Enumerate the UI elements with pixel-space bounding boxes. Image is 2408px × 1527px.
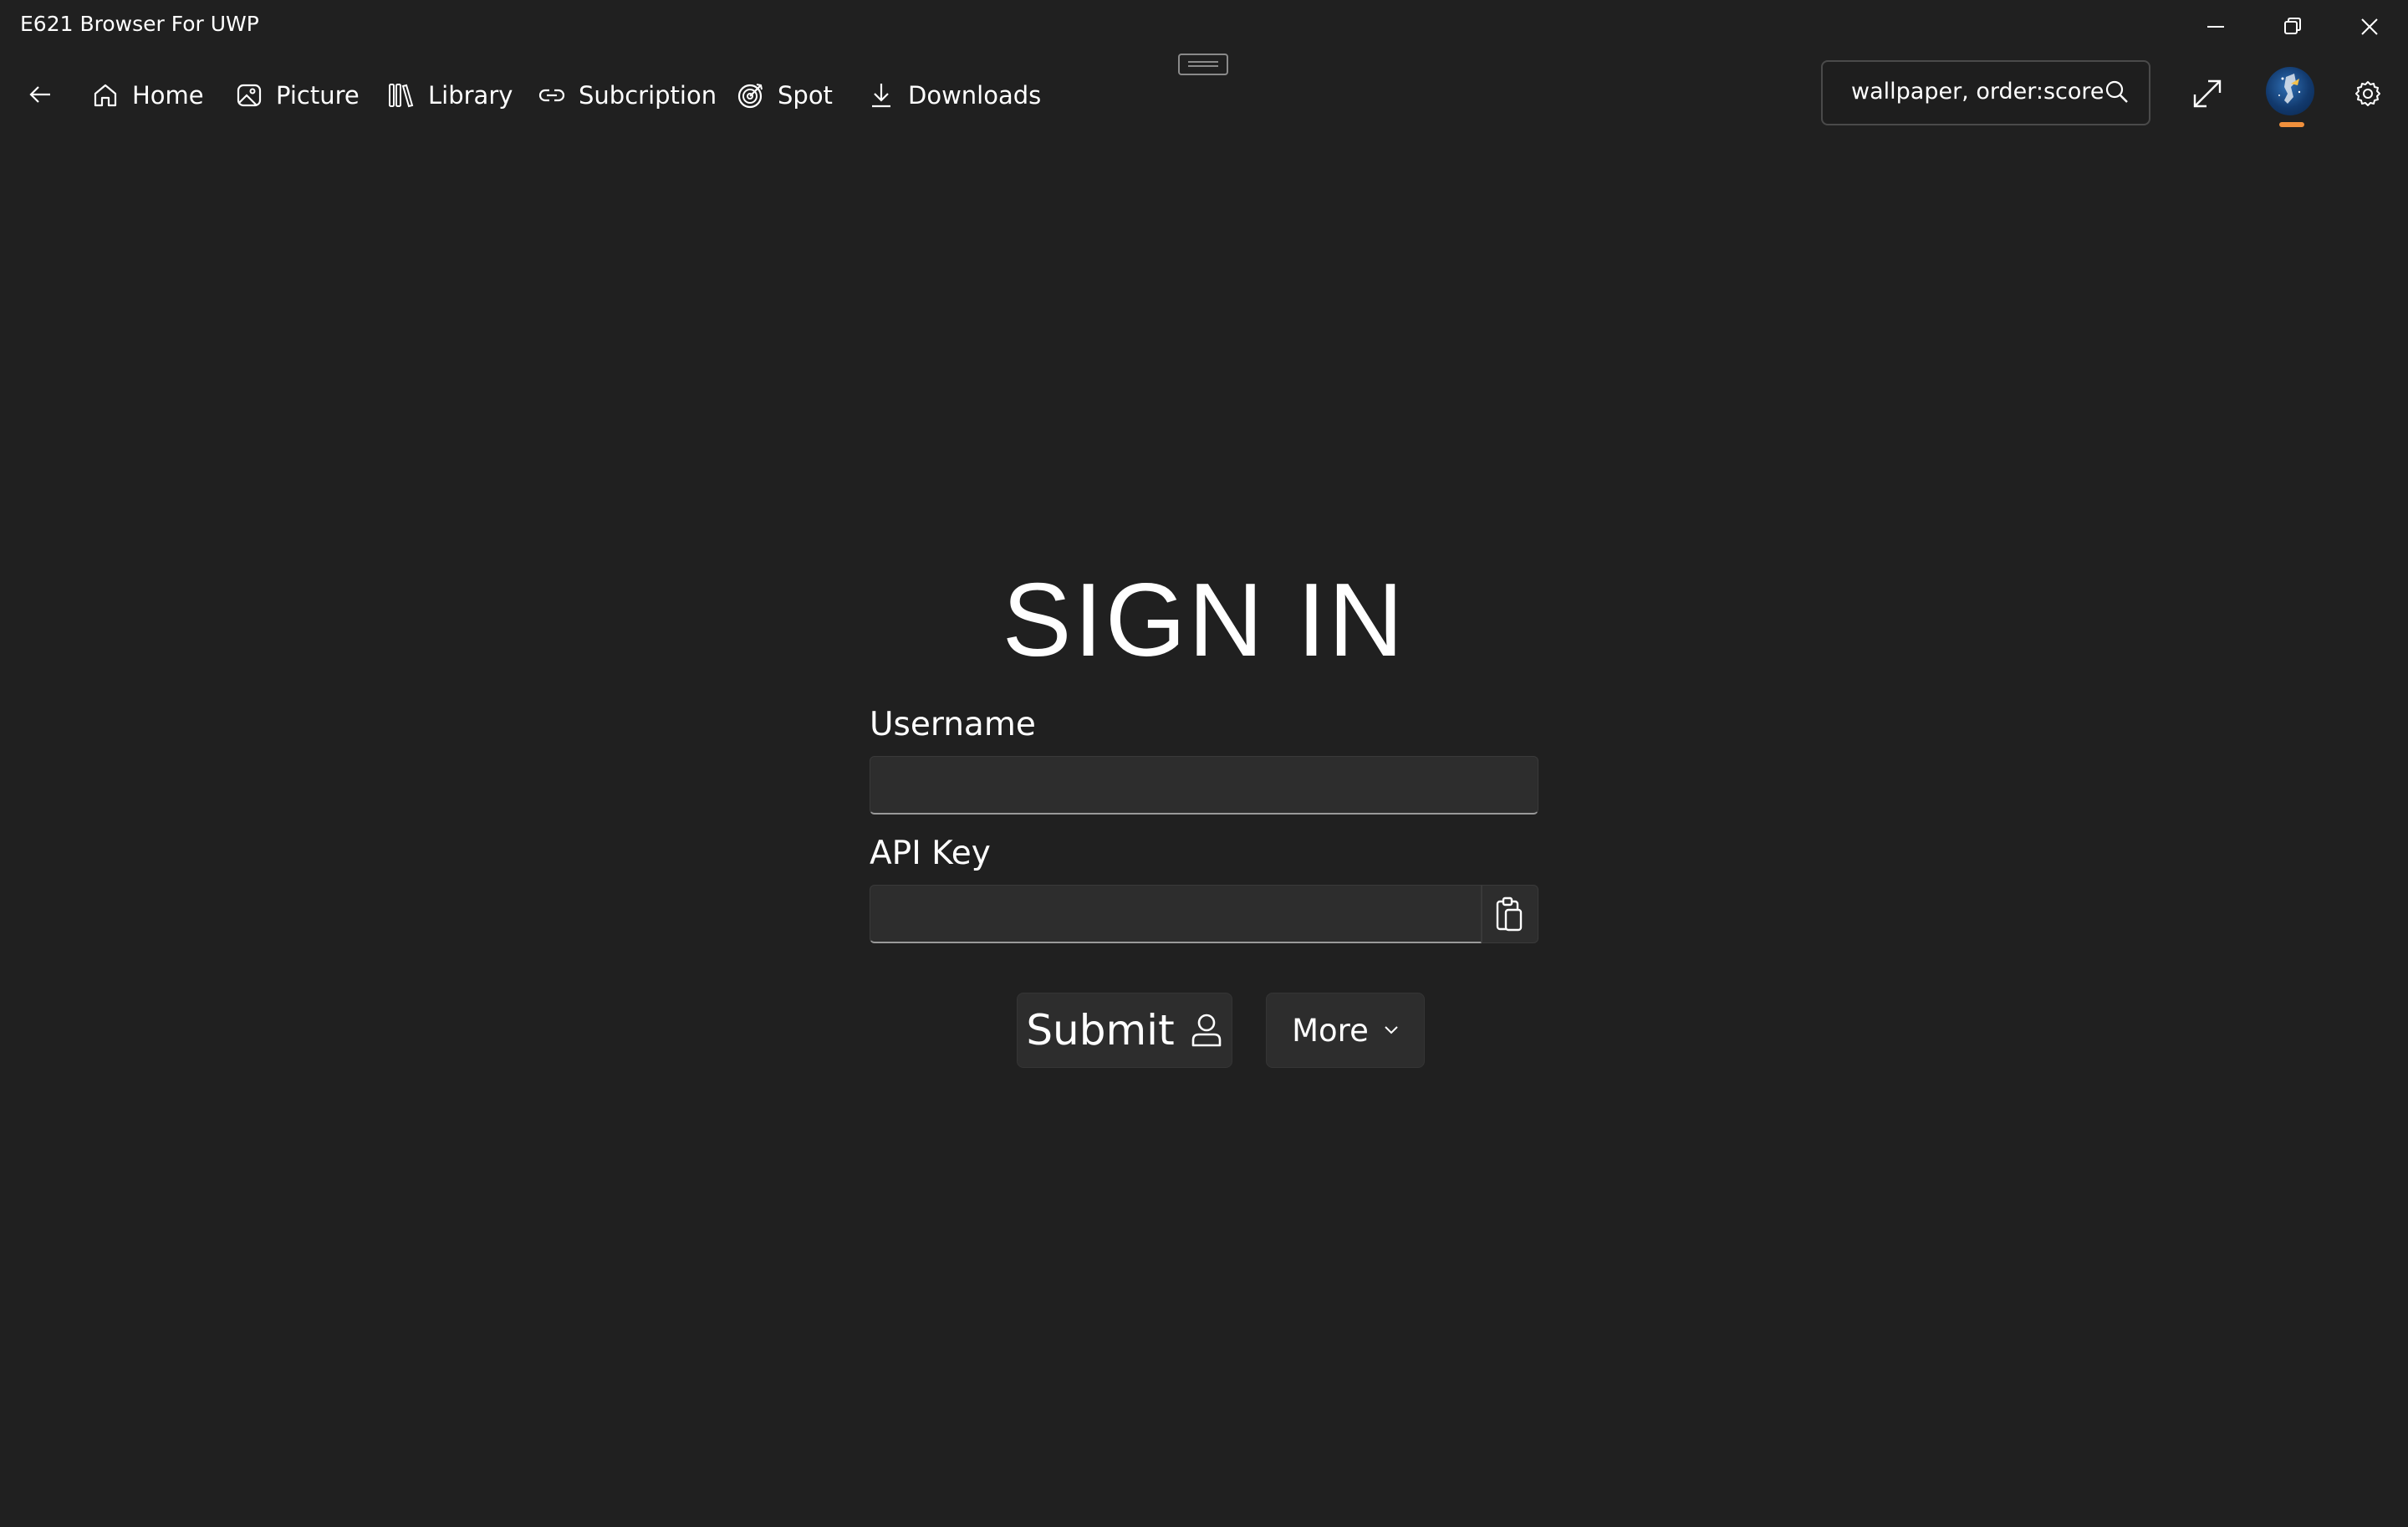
nav-item-label: Library [428, 81, 513, 110]
avatar [2266, 67, 2314, 115]
api-key-label: API Key [870, 835, 991, 872]
close-button[interactable] [2331, 0, 2408, 54]
user-avatar-button[interactable] [2264, 64, 2318, 130]
person-icon [1191, 1014, 1221, 1047]
active-indicator [2279, 122, 2304, 127]
nav-item-label: Downloads [908, 81, 1042, 110]
pane-toggle-handle[interactable] [1178, 54, 1228, 75]
username-label: Username [870, 706, 1036, 743]
back-button[interactable] [17, 74, 64, 115]
app-title: E621 Browser For UWP [20, 12, 259, 36]
more-button[interactable]: More [1266, 993, 1425, 1068]
username-field[interactable] [870, 756, 1538, 815]
nav-item-label: Subcription [579, 81, 717, 110]
picture-icon [234, 80, 264, 110]
target-icon [736, 80, 766, 110]
minimize-icon [2207, 26, 2224, 28]
submit-button[interactable]: Submit [1017, 993, 1232, 1068]
drag-handle-icon [1178, 54, 1228, 75]
search-icon[interactable] [2102, 77, 2132, 107]
fullscreen-button[interactable] [2186, 72, 2229, 115]
more-button-label: More [1292, 1012, 1369, 1049]
library-icon [386, 80, 416, 110]
nav-item-spot[interactable]: Spot [736, 72, 833, 119]
minimize-button[interactable] [2177, 0, 2254, 54]
submit-button-label: Submit [1026, 1006, 1175, 1055]
link-icon [537, 80, 567, 110]
nav-item-downloads[interactable]: Downloads [866, 72, 1041, 119]
nav-item-library[interactable]: Library [386, 72, 513, 119]
api-key-field[interactable] [870, 885, 1482, 943]
nav-item-label: Home [132, 81, 204, 110]
nav-item-home[interactable]: Home [90, 72, 204, 119]
close-icon [2361, 18, 2378, 35]
restore-button[interactable] [2254, 0, 2331, 54]
download-icon [866, 80, 896, 110]
page-title: SIGN IN [1002, 563, 1406, 678]
restore-icon [2284, 18, 2301, 34]
title-bar[interactable]: E621 Browser For UWP [0, 0, 2408, 54]
avatar-image-icon [2278, 74, 2301, 104]
app-window: E621 Browser For UWP Home Picture Librar… [0, 0, 2408, 1527]
settings-button[interactable] [2349, 75, 2386, 112]
nav-item-label: Picture [276, 81, 360, 110]
search-input-value: wallpaper, order:score [1851, 79, 2104, 105]
search-input[interactable]: wallpaper, order:score [1821, 60, 2150, 125]
paste-button[interactable] [1482, 885, 1538, 943]
nav-item-picture[interactable]: Picture [234, 72, 360, 119]
clipboard-icon [1496, 896, 1523, 932]
chevron-down-icon [1385, 1026, 1398, 1034]
home-icon [90, 80, 120, 110]
gear-icon [2355, 81, 2380, 106]
nav-item-subscription[interactable]: Subcription [537, 72, 717, 119]
expand-icon [2193, 79, 2222, 108]
nav-item-label: Spot [778, 81, 833, 110]
arrow-left-icon [29, 86, 50, 103]
